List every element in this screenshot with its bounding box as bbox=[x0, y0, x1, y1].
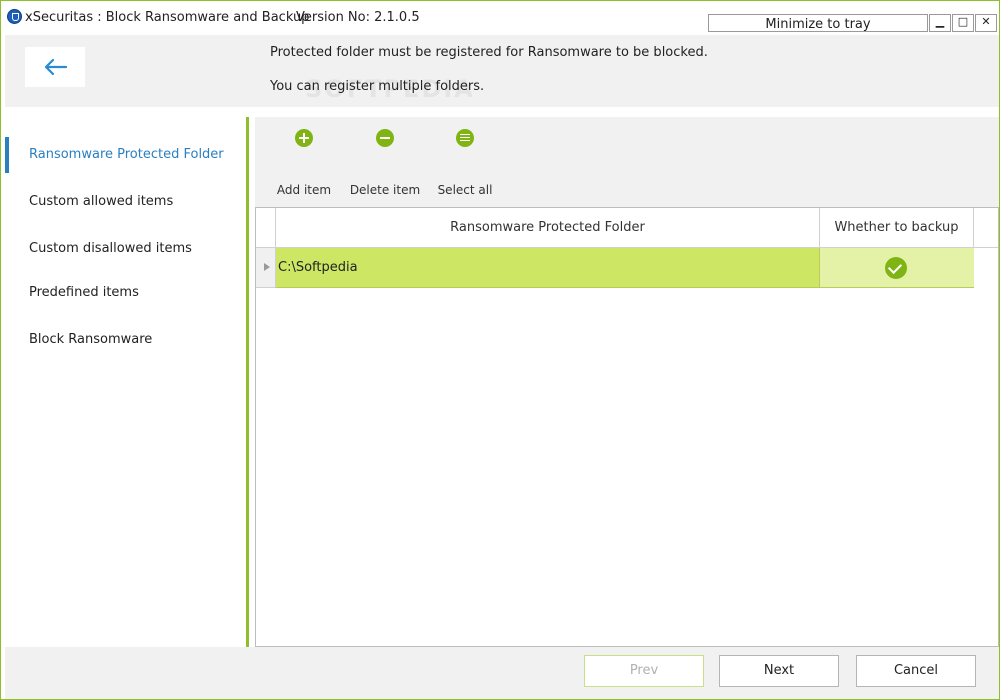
minimize-to-tray-button[interactable]: Minimize to tray bbox=[708, 14, 928, 32]
sidebar-item-predefined[interactable]: Predefined items bbox=[5, 273, 245, 313]
app-title: xSecuritas : Block Ransomware and Backup bbox=[25, 10, 310, 25]
maximize-window-button[interactable]: □ bbox=[952, 14, 974, 32]
sidebar-nav: Ransomware Protected Folder Custom allow… bbox=[5, 117, 249, 647]
title-bar[interactable]: xSecuritas : Block Ransomware and Backup… bbox=[1, 1, 999, 35]
list-circle-icon bbox=[456, 129, 474, 147]
back-button[interactable] bbox=[25, 47, 85, 87]
cancel-button[interactable]: Cancel bbox=[856, 655, 976, 687]
select-all-label: Select all bbox=[437, 183, 493, 197]
folder-path-cell[interactable]: C:\Softpedia bbox=[276, 248, 820, 288]
sidebar-item-custom-disallowed[interactable]: Custom disallowed items bbox=[5, 229, 245, 269]
folders-grid[interactable]: Ransomware Protected Folder Whether to b… bbox=[255, 207, 999, 647]
header-panel: SOFTPEDIA Protected folder must be regis… bbox=[5, 35, 999, 107]
version-label: Version No: 2.1.0.5 bbox=[296, 10, 420, 25]
minus-circle-icon bbox=[376, 129, 394, 147]
select-all-button[interactable]: Select all bbox=[431, 117, 499, 207]
info-text-multiple: You can register multiple folders. bbox=[270, 79, 485, 94]
add-item-button[interactable]: Add item bbox=[269, 117, 339, 207]
main-panel: Add item Delete item Select all Ransomwa… bbox=[255, 117, 999, 647]
grid-header: Ransomware Protected Folder Whether to b… bbox=[256, 208, 998, 248]
app-window: xSecuritas : Block Ransomware and Backup… bbox=[0, 0, 1000, 700]
backup-cell[interactable] bbox=[820, 248, 974, 288]
arrow-left-icon bbox=[44, 58, 68, 76]
info-text-register: Protected folder must be registered for … bbox=[270, 45, 708, 60]
plus-circle-icon bbox=[295, 129, 313, 147]
check-circle-icon[interactable] bbox=[885, 257, 907, 279]
delete-item-label: Delete item bbox=[349, 183, 421, 197]
add-item-label: Add item bbox=[276, 183, 332, 197]
table-row[interactable]: C:\Softpedia bbox=[256, 248, 998, 288]
toolbar: Add item Delete item Select all bbox=[255, 117, 999, 207]
sidebar-item-custom-allowed[interactable]: Custom allowed items bbox=[5, 182, 245, 222]
column-header-backup[interactable]: Whether to backup bbox=[820, 208, 974, 248]
prev-button[interactable]: Prev bbox=[584, 655, 704, 687]
column-header-folder[interactable]: Ransomware Protected Folder bbox=[276, 208, 820, 248]
row-indicator-header bbox=[256, 208, 276, 248]
minimize-window-button[interactable]: ▁ bbox=[929, 14, 951, 32]
delete-item-button[interactable]: Delete item bbox=[349, 117, 421, 207]
sidebar-item-block-ransomware[interactable]: Block Ransomware bbox=[5, 320, 245, 360]
footer-bar: Prev Next Cancel bbox=[5, 647, 999, 699]
next-button[interactable]: Next bbox=[719, 655, 839, 687]
close-window-button[interactable]: ✕ bbox=[975, 14, 997, 32]
row-indicator bbox=[256, 248, 276, 288]
sidebar-item-protected-folder[interactable]: Ransomware Protected Folder bbox=[5, 135, 245, 175]
shield-icon bbox=[7, 9, 22, 24]
